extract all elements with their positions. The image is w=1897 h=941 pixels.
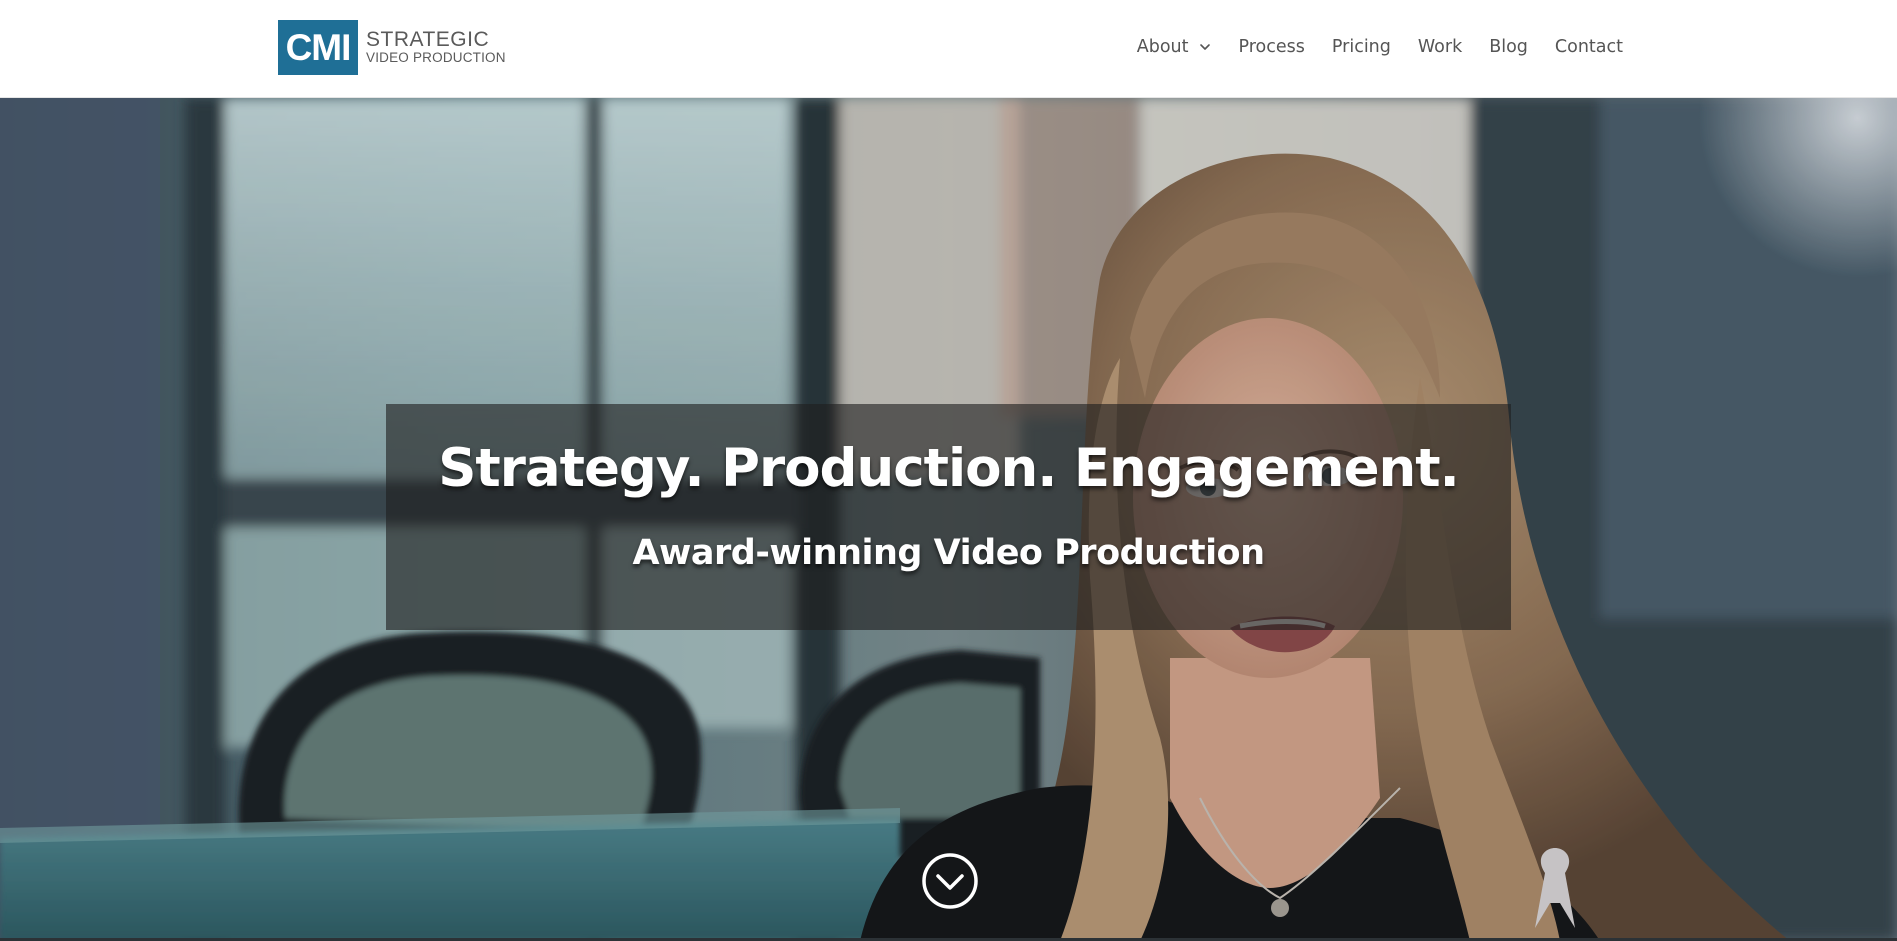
- nav-item-pricing[interactable]: Pricing: [1332, 37, 1391, 57]
- logo-mark: CMI: [278, 20, 358, 75]
- logo-mark-text: CMI: [285, 27, 352, 68]
- nav-item-blog[interactable]: Blog: [1489, 37, 1528, 57]
- hero-section: Strategy. Production. Engagement. Award-…: [0, 98, 1897, 941]
- scroll-down-button[interactable]: [921, 852, 979, 910]
- nav-item-contact[interactable]: Contact: [1555, 37, 1623, 57]
- hero-caption-box: Strategy. Production. Engagement. Award-…: [386, 404, 1511, 630]
- nav-item-process[interactable]: Process: [1239, 37, 1305, 57]
- hero-subtitle: Award-winning Video Production: [632, 533, 1265, 573]
- nav-item-contact-label: Contact: [1554, 37, 1623, 57]
- nav-item-process-label: Process: [1238, 37, 1305, 57]
- logo-line-strategic: STRATEGIC: [366, 28, 490, 52]
- nav-item-work-label: Work: [1417, 37, 1463, 57]
- nav-item-work[interactable]: Work: [1418, 37, 1462, 57]
- chevron-down-icon: [1199, 44, 1210, 50]
- nav-item-pricing-label: Pricing: [1331, 37, 1391, 57]
- main-nav: About Process Pricing Work Blog Contact: [1137, 34, 1623, 60]
- site-header: CMI STRATEGIC VIDEO PRODUCTION About Pro…: [0, 0, 1897, 98]
- circle-chevron-down-icon: [922, 853, 978, 909]
- site-logo[interactable]: CMI STRATEGIC VIDEO PRODUCTION: [278, 20, 506, 75]
- logo-line-video-production: VIDEO PRODUCTION: [366, 50, 506, 66]
- hero-title: Strategy. Production. Engagement.: [438, 438, 1460, 499]
- nav-item-about-label: About: [1136, 37, 1189, 57]
- nav-item-blog-label: Blog: [1489, 37, 1528, 57]
- nav-item-about[interactable]: About: [1137, 37, 1212, 57]
- logo-wordmark: STRATEGIC VIDEO PRODUCTION: [366, 29, 506, 65]
